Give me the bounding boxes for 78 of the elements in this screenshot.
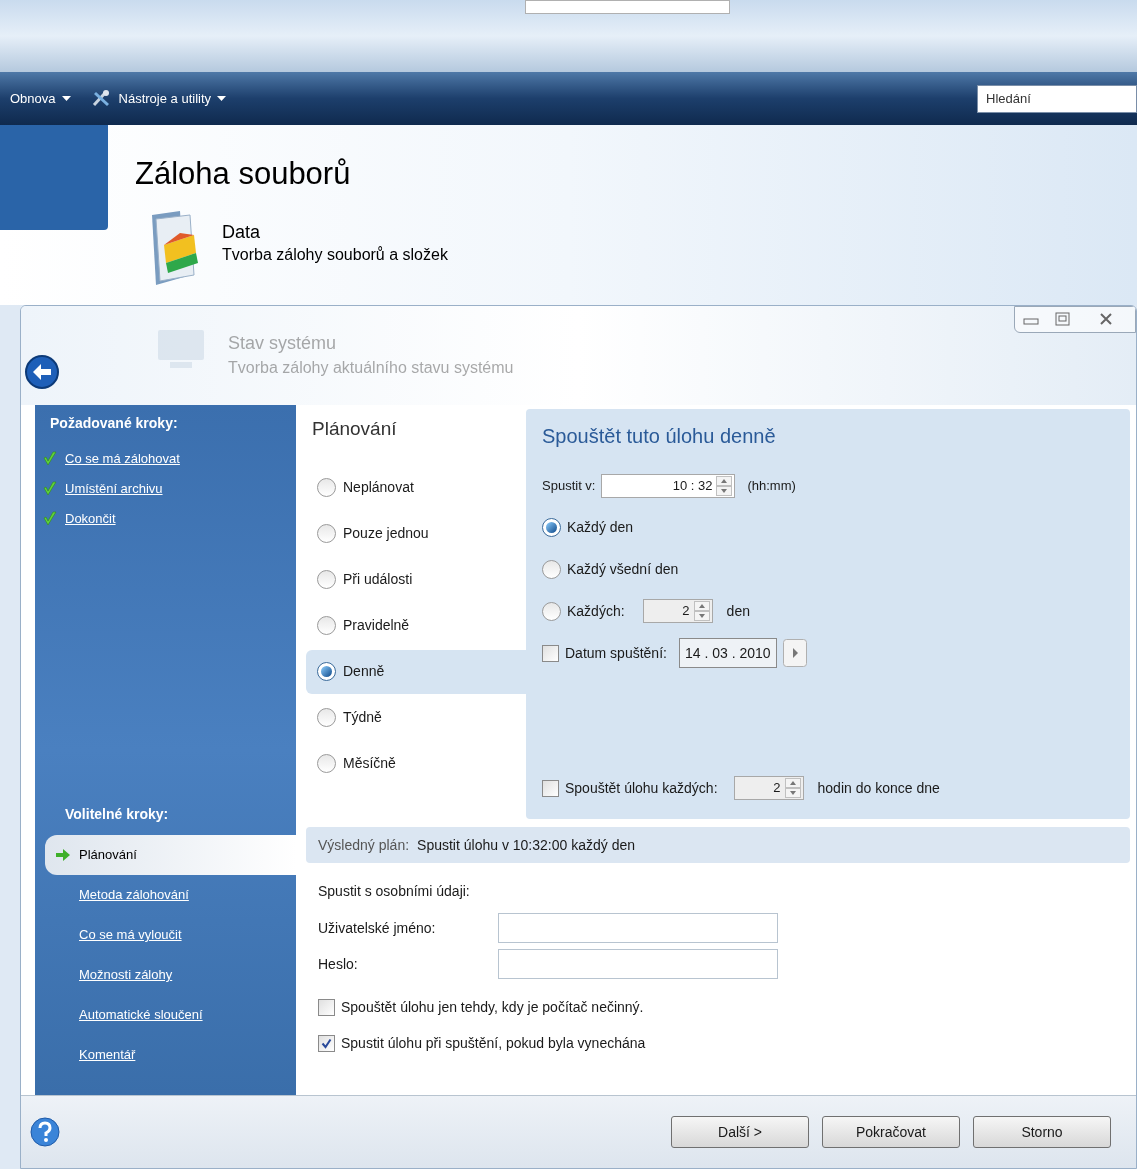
radio-label: Neplánovat	[343, 478, 414, 497]
step-tab[interactable]: Plánování	[45, 835, 296, 875]
spin-arrows-icon[interactable]	[716, 476, 733, 496]
step-link[interactable]: Co se má zálohovat	[65, 449, 180, 469]
radio-label: Pravidelně	[343, 616, 410, 635]
dialog-button[interactable]: Storno	[973, 1116, 1111, 1148]
spin-field[interactable]: 2	[642, 599, 713, 623]
steps-heading: Volitelné kroky:	[64, 805, 170, 824]
item-subtitle: Tvorba zálohy souborů a složek	[222, 245, 448, 265]
arrow-right-icon	[55, 848, 71, 862]
step-link[interactable]: Umístění archivu	[65, 479, 163, 499]
dialog-button[interactable]: Pokračovat	[822, 1116, 960, 1148]
check-mark-icon	[43, 481, 57, 497]
dialog-button[interactable]: Další >	[671, 1116, 809, 1148]
checkbox-label: Spouštět úlohu jen tehdy, kdy je počítač nečinný.	[341, 997, 644, 1017]
step-tab[interactable]: Co se má vyloučit	[45, 915, 296, 955]
radio-button[interactable]	[317, 524, 336, 543]
spin-arrows-icon[interactable]	[693, 601, 710, 621]
radio-label: Každý den	[567, 517, 634, 537]
item-title: Stav systému	[228, 332, 338, 354]
radio-button[interactable]	[317, 662, 336, 681]
back-button[interactable]	[24, 354, 60, 390]
dropdown-arrow-icon	[217, 95, 227, 102]
item-subtitle: Tvorba zálohy aktuálního stavu systému	[228, 358, 514, 378]
radio-button[interactable]	[317, 708, 336, 727]
radio-button[interactable]	[317, 478, 336, 497]
radio-button[interactable]	[317, 754, 336, 773]
radio-label: Každý všední den	[567, 559, 679, 579]
panel-title: Spouštět tuto úlohu denně	[542, 424, 777, 449]
steps-heading: Požadované kroky:	[49, 414, 179, 433]
radio-label: Při události	[343, 570, 413, 589]
spin-field[interactable]: 10 : 32	[601, 474, 736, 498]
input-field[interactable]	[498, 913, 778, 943]
date-field[interactable]: 14 . 03 . 2010	[678, 638, 777, 668]
input-field[interactable]	[498, 949, 778, 979]
dropdown-arrow-icon	[61, 95, 71, 102]
help-icon[interactable]	[29, 1116, 61, 1148]
checkbox[interactable]	[318, 1034, 335, 1052]
checkbox[interactable]	[542, 644, 559, 662]
radio-label: Měsíčně	[343, 754, 396, 773]
radio-label: Týdně	[343, 708, 382, 727]
checkbox-label: Spustit úlohu při spuštění, pokud byla vynechána	[341, 1033, 646, 1053]
section-heading: Plánování	[311, 417, 398, 441]
result-text: Spustit úlohu v 10:32:00 každý den	[417, 835, 635, 855]
page-title: Záloha souborů	[135, 155, 352, 193]
credentials-heading: Spustit s osobními údaji:	[318, 882, 471, 901]
step-link[interactable]: Dokončit	[65, 509, 116, 529]
checkbox-label: Spouštět úlohu každých:	[565, 778, 718, 798]
unit-label: hodin do konce dne	[817, 778, 940, 798]
checkbox[interactable]	[318, 998, 335, 1016]
check-mark-icon	[43, 451, 57, 467]
check-mark-icon	[43, 511, 57, 527]
radio-button[interactable]	[542, 517, 561, 537]
radio-button[interactable]	[317, 616, 336, 635]
field-label: Spustit v:	[542, 477, 596, 496]
radio-button[interactable]	[542, 559, 561, 579]
checkbox[interactable]	[542, 779, 559, 797]
unit-label: (hh:mm)	[747, 477, 796, 496]
step-tab[interactable]: Možnosti zálohy	[45, 955, 296, 995]
field-label: Uživatelské jméno:	[318, 918, 437, 938]
radio-button[interactable]	[317, 570, 336, 589]
field-label: Heslo:	[318, 954, 359, 974]
radio-label: Každých:	[567, 601, 625, 621]
step-tab[interactable]: Automatické sloučení	[45, 995, 296, 1035]
radio-label: Pouze jednou	[343, 524, 429, 543]
checkbox-label: Datum spuštění:	[565, 643, 667, 663]
item-title: Data	[222, 221, 262, 243]
search-field[interactable]: Hledání	[977, 84, 1137, 113]
step-tab[interactable]: Komentář	[45, 1035, 296, 1075]
result-label: Výsledný plán:	[318, 835, 410, 855]
toolbar-menu[interactable]: Nástroje a utility	[90, 88, 227, 109]
spin-field[interactable]: 2	[733, 776, 804, 800]
toolbar-menu[interactable]: Obnova	[10, 88, 71, 109]
unit-label: den	[726, 601, 750, 621]
spin-arrows-icon[interactable]	[784, 778, 801, 798]
radio-button[interactable]	[542, 601, 561, 621]
radio-label: Denně	[343, 662, 385, 681]
step-tab[interactable]: Metoda zálohování	[45, 875, 296, 915]
